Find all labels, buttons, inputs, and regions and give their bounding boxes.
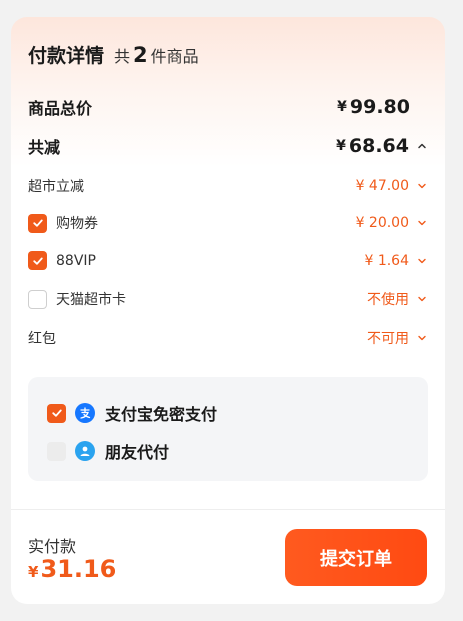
discount-item-value: ¥ 20.00: [355, 215, 409, 231]
goods-total-row: 商品总价 ¥ 99.80: [28, 95, 428, 119]
chevron-down-icon[interactable]: [416, 217, 428, 229]
discount-item-88vip[interactable]: 88VIP ¥ 1.64: [28, 251, 428, 270]
friend-pay-checkbox[interactable]: [47, 441, 66, 461]
item-count: 2: [133, 43, 148, 67]
discount-item-value: 不可用: [367, 331, 409, 347]
payment-option-label: 朋友代付: [105, 443, 170, 462]
discount-item-label: 天猫超市卡: [56, 292, 126, 308]
actual-payment-currency: ¥: [28, 563, 39, 581]
total-discount-row[interactable]: 共减 ¥ 68.64: [28, 134, 428, 158]
item-count-suffix: 件商品: [150, 47, 199, 66]
payment-details-header: 付款详情 共 2 件商品: [28, 41, 199, 68]
checkmark-icon: [32, 257, 43, 265]
alipay-checkbox[interactable]: [47, 403, 66, 423]
goods-total-label: 商品总价: [28, 99, 93, 118]
checkmark-icon: [51, 409, 62, 417]
actual-payment-amount: ¥ 31.16: [28, 555, 116, 583]
payment-option-label: 支付宝免密支付: [105, 405, 218, 424]
discount-item-label: 购物券: [56, 216, 98, 232]
discount-item-label: 超市立减: [28, 179, 84, 195]
submit-order-button[interactable]: 提交订单: [285, 529, 427, 586]
88vip-checkbox[interactable]: [28, 251, 47, 270]
total-discount-label: 共减: [28, 138, 61, 157]
discount-item-supermarket[interactable]: 超市立减 ¥ 47.00: [28, 176, 428, 196]
tmall-card-checkbox[interactable]: [28, 289, 47, 309]
payment-details-card: 付款详情 共 2 件商品 商品总价 ¥ 99.80 共减 ¥ 68.64 超市立…: [11, 17, 445, 604]
goods-total-value: 99.80: [349, 96, 410, 118]
discount-item-coupon[interactable]: 购物券 ¥ 20.00: [28, 213, 428, 233]
chevron-down-icon[interactable]: [416, 332, 428, 344]
discount-item-value: 不使用: [367, 292, 409, 308]
payment-option-alipay[interactable]: 支付宝免密支付: [47, 401, 217, 425]
actual-payment-value: 31.16: [40, 555, 117, 583]
discount-item-value: ¥ 1.64: [364, 252, 409, 269]
payment-option-friend-pay[interactable]: 朋友代付: [47, 439, 169, 463]
divider: [11, 509, 445, 510]
payment-method-box: 支付宝免密支付 朋友代付: [28, 377, 428, 481]
page-title: 付款详情: [28, 45, 105, 67]
discount-item-value: ¥ 47.00: [355, 178, 409, 194]
discount-item-tmall-card[interactable]: 天猫超市卡 不使用: [28, 289, 428, 309]
item-count-prefix: 共: [114, 47, 131, 66]
total-discount-value: 68.64: [348, 135, 409, 157]
alipay-icon: [75, 403, 95, 423]
total-discount-currency: ¥: [336, 138, 346, 154]
checkmark-icon: [32, 219, 43, 227]
coupon-checkbox[interactable]: [28, 213, 47, 233]
discount-item-label: 红包: [28, 331, 56, 347]
discount-item-red-packet[interactable]: 红包 不可用: [28, 328, 428, 348]
discount-item-label: 88VIP: [56, 252, 96, 269]
actual-payment-label: 实付款: [28, 537, 77, 556]
chevron-up-icon[interactable]: [416, 140, 428, 152]
chevron-down-icon[interactable]: [416, 255, 428, 267]
chevron-down-icon[interactable]: [416, 293, 428, 305]
chevron-down-icon[interactable]: [416, 180, 428, 192]
goods-total-currency: ¥: [337, 99, 347, 115]
friend-pay-icon: [75, 441, 95, 461]
